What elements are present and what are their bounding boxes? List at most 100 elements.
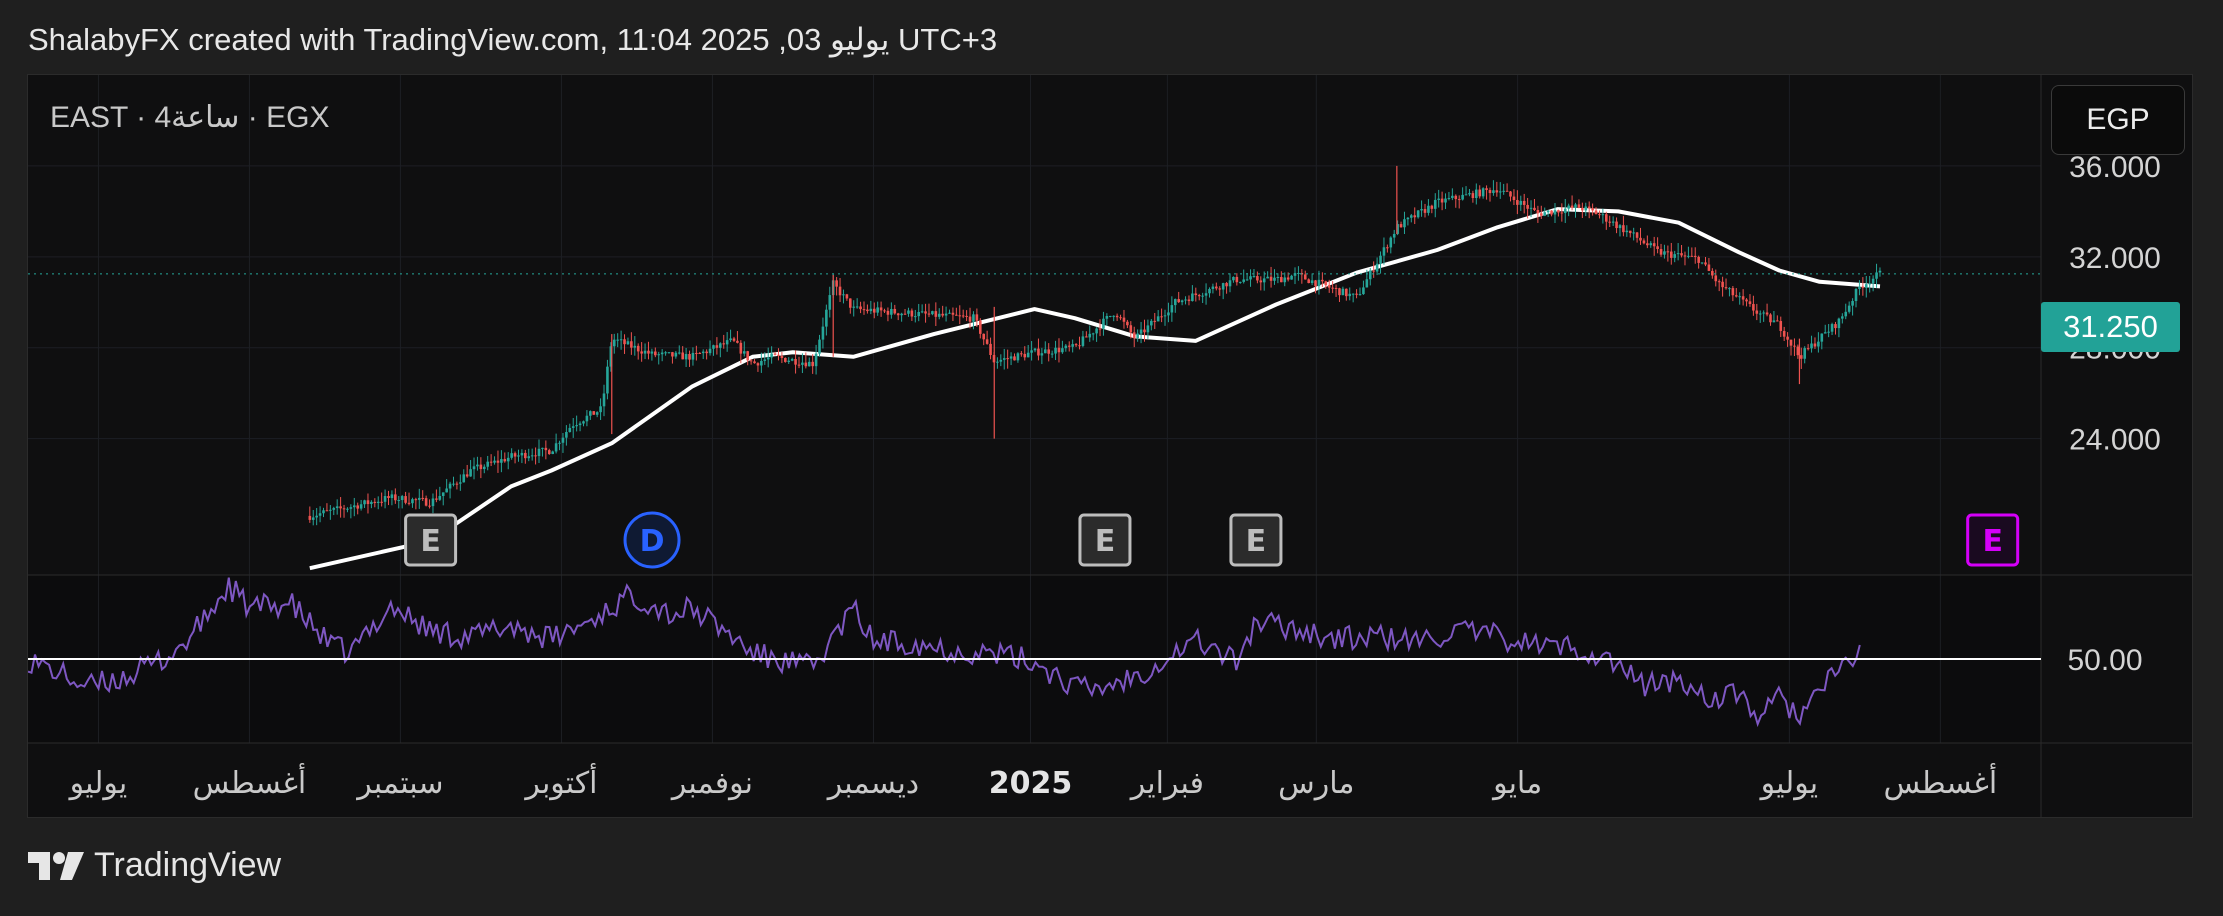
- candle-body: [1197, 295, 1201, 297]
- currency-button[interactable]: EGP: [2051, 85, 2185, 155]
- tradingview-logo-text: TradingView: [94, 846, 282, 884]
- candle-body: [1632, 232, 1635, 234]
- candle-body: [931, 311, 934, 315]
- candle-body: [633, 345, 637, 348]
- candle-body: [1242, 279, 1245, 282]
- candle-body: [1878, 270, 1882, 273]
- candle-body: [1184, 299, 1187, 301]
- candle-body: [1139, 329, 1143, 334]
- candle-body: [722, 343, 726, 345]
- candle-body: [1536, 209, 1540, 214]
- candle-body: [643, 350, 647, 354]
- candle-body: [1440, 198, 1444, 203]
- candle-body: [1334, 287, 1338, 289]
- candle-body: [1673, 254, 1677, 258]
- candle-body: [941, 313, 944, 316]
- candle-body: [927, 313, 931, 315]
- candle-body: [1136, 333, 1139, 339]
- candle-body: [1194, 293, 1198, 296]
- candle-body: [1078, 345, 1081, 347]
- candle-body: [585, 415, 589, 422]
- candle-body: [951, 312, 955, 315]
- candle-body: [1187, 299, 1191, 302]
- candle-body: [660, 352, 664, 355]
- candle-body: [1676, 253, 1680, 255]
- candle-body: [1861, 286, 1865, 288]
- candle-body: [1225, 283, 1228, 287]
- candle-body: [1310, 280, 1314, 284]
- candle-body: [496, 460, 500, 463]
- candle-body: [1009, 356, 1013, 359]
- candle-body: [1471, 193, 1475, 199]
- candle-body: [1382, 247, 1386, 256]
- candle-body: [1416, 210, 1420, 218]
- candle-body: [1526, 204, 1529, 209]
- candle-body: [1817, 341, 1820, 347]
- main-plot-background: [28, 75, 2041, 575]
- candle-body: [1823, 332, 1827, 334]
- candle-body: [544, 447, 548, 451]
- candle-body: [1102, 318, 1105, 329]
- candle-body: [920, 311, 924, 313]
- candle-body: [1830, 324, 1834, 332]
- candle-body: [1129, 325, 1133, 333]
- candle-body: [1208, 288, 1211, 294]
- candle-body: [352, 505, 356, 508]
- candle-body: [558, 442, 561, 444]
- candle-body: [476, 464, 479, 467]
- earnings-marker-label: E: [420, 524, 441, 559]
- candle-body: [1581, 207, 1584, 211]
- candle-body: [1122, 317, 1126, 322]
- candle-body: [1776, 320, 1779, 322]
- candle-body: [746, 351, 749, 361]
- candle-body: [1454, 195, 1458, 200]
- time-axis-label: مارس: [1278, 766, 1354, 801]
- candle-body: [428, 505, 431, 507]
- candle-body: [886, 310, 890, 315]
- candle-body: [530, 455, 534, 457]
- candle-body: [760, 360, 763, 366]
- candle-body: [503, 459, 507, 462]
- tradingview-logo[interactable]: TradingView: [28, 846, 281, 885]
- candle-body: [1215, 286, 1218, 289]
- candle-body: [753, 361, 756, 364]
- candle-body: [896, 313, 900, 316]
- candle-body: [814, 353, 818, 367]
- candle-body: [975, 314, 979, 321]
- candle-body: [1280, 276, 1283, 283]
- candle-body: [1738, 296, 1742, 298]
- candle-body: [1173, 299, 1177, 306]
- last-price-tag: 31.250: [2041, 302, 2180, 352]
- candle-body: [1071, 344, 1074, 347]
- candle-body: [1574, 204, 1577, 208]
- candle-body: [1553, 210, 1557, 215]
- candle-body: [1218, 288, 1222, 290]
- candle-body: [489, 461, 493, 463]
- candle-body: [325, 510, 329, 512]
- candle-body: [1037, 348, 1040, 356]
- candle-body: [1150, 320, 1153, 326]
- candle-body: [1163, 315, 1167, 317]
- candle-body: [1505, 190, 1509, 192]
- candle-body: [1741, 296, 1745, 300]
- candle-body: [1652, 243, 1656, 247]
- candle-body: [397, 500, 401, 502]
- candle-body: [1693, 255, 1697, 257]
- candle-body: [719, 343, 722, 348]
- candle-body: [1755, 310, 1759, 314]
- candle-body: [606, 366, 609, 394]
- candle-body: [913, 316, 917, 318]
- candle-body: [1112, 315, 1116, 317]
- price-axis-label: 24.000: [2069, 424, 2161, 457]
- candle-body: [1615, 221, 1618, 229]
- candle-body: [838, 286, 842, 296]
- candle-body: [1030, 350, 1033, 353]
- candle-body: [1813, 343, 1817, 347]
- candle-body: [349, 507, 353, 509]
- candle-body: [565, 431, 568, 438]
- candle-body: [698, 352, 702, 354]
- candle-body: [1478, 189, 1482, 197]
- candle-body: [691, 352, 695, 360]
- candle-body: [657, 354, 661, 356]
- candle-body: [414, 499, 418, 501]
